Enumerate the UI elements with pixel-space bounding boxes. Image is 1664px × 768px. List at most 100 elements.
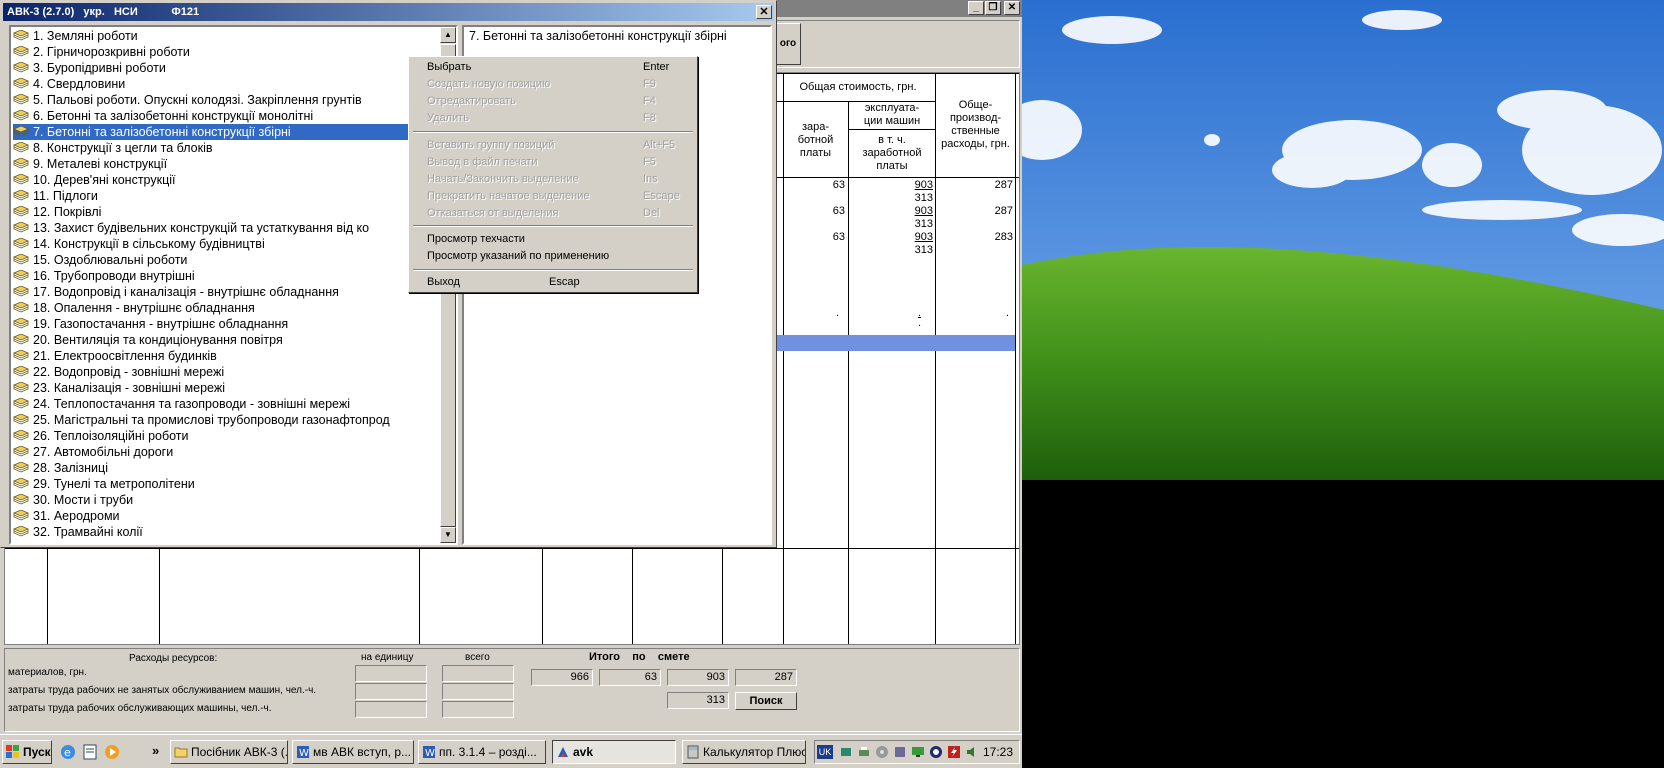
tree-item[interactable]: 17. Водопровід і каналізація - внутрішнє…: [13, 284, 413, 300]
tree-item-label: 21. Електроосвітлення будинків: [33, 349, 217, 363]
header-wages: зара- ботной платы: [797, 120, 834, 159]
monitor-icon[interactable]: [911, 745, 925, 759]
detail-title: 7. Бетонні та залізобетонні конструкції …: [469, 29, 727, 43]
shield-icon[interactable]: [929, 745, 943, 759]
materials-total-field[interactable]: [442, 665, 514, 682]
tree-item[interactable]: 13. Захист будівельних конструкцій та ус…: [13, 220, 413, 236]
tree-item[interactable]: 22. Водопровід - зовнішні мережі: [13, 364, 413, 380]
book-icon: [13, 366, 29, 377]
machine-labor-total-field[interactable]: [442, 701, 514, 718]
tree-item[interactable]: 6. Бетонні та залізобетонні конструкції …: [13, 108, 413, 124]
media-player-icon[interactable]: [104, 744, 120, 760]
volume-icon[interactable]: [965, 745, 979, 759]
menu-item-view-techpart[interactable]: Просмотр техчасти: [411, 231, 695, 247]
tree-item[interactable]: 25. Магістральні та промислові трубопров…: [13, 412, 413, 428]
printer-icon[interactable]: [857, 745, 871, 759]
header-total-cost: Общая стоимость, грн.: [799, 80, 917, 93]
book-icon: [13, 190, 29, 201]
scroll-down-button[interactable]: ▼: [440, 527, 456, 543]
labor-per-unit-field[interactable]: [355, 683, 427, 700]
flash-icon[interactable]: [947, 745, 961, 759]
book-icon: [13, 62, 29, 73]
tree-item[interactable]: 28. Залізниці: [13, 460, 413, 476]
tree-item[interactable]: 14. Конструкції в сільському будівництві: [13, 236, 413, 252]
tree-item[interactable]: 10. Дерев'яні конструкції: [13, 172, 413, 188]
tree-item[interactable]: 20. Вентиляція та кондиціонування повітр…: [13, 332, 413, 348]
menu-item-delete: Удалить F8: [427, 112, 656, 124]
tree-item[interactable]: 5. Пальові роботи. Опускні колодязі. Зак…: [13, 92, 413, 108]
dialog-close-button[interactable]: ✕: [756, 5, 772, 19]
hardware-icon[interactable]: [893, 745, 907, 759]
menu-item-select[interactable]: Выбрать Enter: [411, 59, 695, 75]
tree-item-label: 9. Металеві конструкції: [33, 157, 168, 171]
tree-item[interactable]: 2. Гірничорозкривні роботи: [13, 44, 413, 60]
tree-item[interactable]: 3. Буропідривні роботи: [13, 60, 413, 76]
tree-item[interactable]: 23. Каналізація - зовнішні мережі: [13, 380, 413, 396]
notepad-icon[interactable]: [82, 744, 98, 760]
labor-total-field[interactable]: [442, 683, 514, 700]
tree-item[interactable]: 11. Підлоги: [13, 188, 413, 204]
task-posibnyk[interactable]: Посібник АВК-3 (...: [170, 740, 288, 764]
tree-item[interactable]: 26. Теплоізоляційні роботи: [13, 428, 413, 444]
tree-item[interactable]: 16. Трубопроводи внутрішні: [13, 268, 413, 284]
tree-item[interactable]: 15. Оздоблювальні роботи: [13, 252, 413, 268]
language-indicator[interactable]: UK: [817, 745, 833, 759]
tree-item[interactable]: 32. Трамвайні колії: [13, 524, 413, 540]
tree-item[interactable]: 19. Газопостачання - внутрішнє обладнанн…: [13, 316, 413, 332]
tree-item[interactable]: 29. Тунелі та метрополітени: [13, 476, 413, 492]
tree-item-label: 13. Захист будівельних конструкцій та ус…: [33, 221, 370, 235]
catalog-tree: 1. Земляні роботи 2. Гірничорозкривні роб…: [9, 25, 458, 545]
task-mv-avk[interactable]: W мв АВК вступ, р...: [292, 740, 414, 764]
menu-item-print-file: Вывод в файл печати F5: [427, 156, 656, 168]
tree-item[interactable]: 30. Мости і труби: [13, 492, 413, 508]
menu-item-exit[interactable]: Выход Escap: [411, 274, 695, 290]
tree-item[interactable]: 27. Автомобільні дороги: [13, 444, 413, 460]
tree-item-label: 2. Гірничорозкривні роботи: [33, 45, 190, 59]
tree-item[interactable]: 1. Земляні роботи: [13, 28, 413, 44]
header-incl-wages: в т. ч. заработной платы: [862, 134, 922, 172]
tree-item[interactable]: 9. Металеві конструкції: [13, 156, 413, 172]
word-icon: W: [297, 746, 309, 759]
book-icon: [13, 30, 29, 41]
selected-row-highlight[interactable]: [760, 335, 1015, 351]
tree-item-label: 17. Водопровід і каналізація - внутрішнє…: [33, 285, 339, 299]
tree-item-label: 23. Каналізація - зовнішні мережі: [33, 381, 225, 395]
scroll-up-button[interactable]: ▲: [440, 27, 456, 43]
tree-item[interactable]: 18. Опалення - внутрішнє обладнання: [13, 300, 413, 316]
machine-labor-per-unit-field[interactable]: [355, 701, 427, 718]
minimize-button[interactable]: _: [968, 1, 984, 15]
quicklaunch-chevron[interactable]: »: [152, 743, 159, 758]
disk-icon[interactable]: [875, 745, 889, 759]
start-button[interactable]: Пуск: [2, 740, 52, 764]
menu-item-stop-selection: Прекратить начатое выделение Escape: [427, 190, 680, 202]
task-avk[interactable]: avk: [552, 740, 676, 764]
tree-item[interactable]: 4. Свердловини: [13, 76, 413, 92]
network-icon[interactable]: [839, 745, 853, 759]
ie-icon[interactable]: e: [60, 744, 76, 760]
materials-label: материалов, грн.: [8, 667, 87, 678]
tree-item-label: 1. Земляні роботи: [33, 29, 138, 43]
tree-item[interactable]: 12. Покрівлі: [13, 204, 413, 220]
tree-item[interactable]: 7. Бетонні та залізобетонні конструкції …: [13, 124, 408, 140]
task-pp-314[interactable]: W пп. 3.1.4 – розді...: [418, 740, 546, 764]
total-materials-field: 966: [531, 669, 593, 686]
tree-item[interactable]: 31. Аеродроми: [13, 508, 413, 524]
book-icon: [13, 286, 29, 297]
tree-item-label: 10. Дерев'яні конструкції: [33, 173, 176, 187]
search-button[interactable]: Поиск: [735, 692, 797, 710]
task-calculator[interactable]: Калькулятор Плюс: [682, 740, 806, 764]
tree-item-label: 27. Автомобільні дороги: [33, 445, 174, 459]
book-icon: [13, 494, 29, 505]
tree-item-label: 11. Підлоги: [33, 189, 98, 203]
total-machine-labor-field: 313: [667, 692, 729, 709]
tree-item[interactable]: 21. Електроосвітлення будинків: [13, 348, 413, 364]
menu-item-view-guidelines[interactable]: Просмотр указаний по применению: [411, 248, 695, 264]
clock[interactable]: 17:23: [983, 741, 1013, 763]
toolbar-button-partial[interactable]: ого: [775, 23, 801, 65]
restore-button[interactable]: ❐: [985, 1, 1001, 15]
tree-item[interactable]: 24. Теплопостачання та газопроводи - зов…: [13, 396, 413, 412]
book-icon: [13, 78, 29, 89]
materials-per-unit-field[interactable]: [355, 665, 427, 682]
tree-item[interactable]: 8. Конструкції з цегли та блоків: [13, 140, 413, 156]
main-close-button[interactable]: ✕: [1004, 1, 1020, 15]
